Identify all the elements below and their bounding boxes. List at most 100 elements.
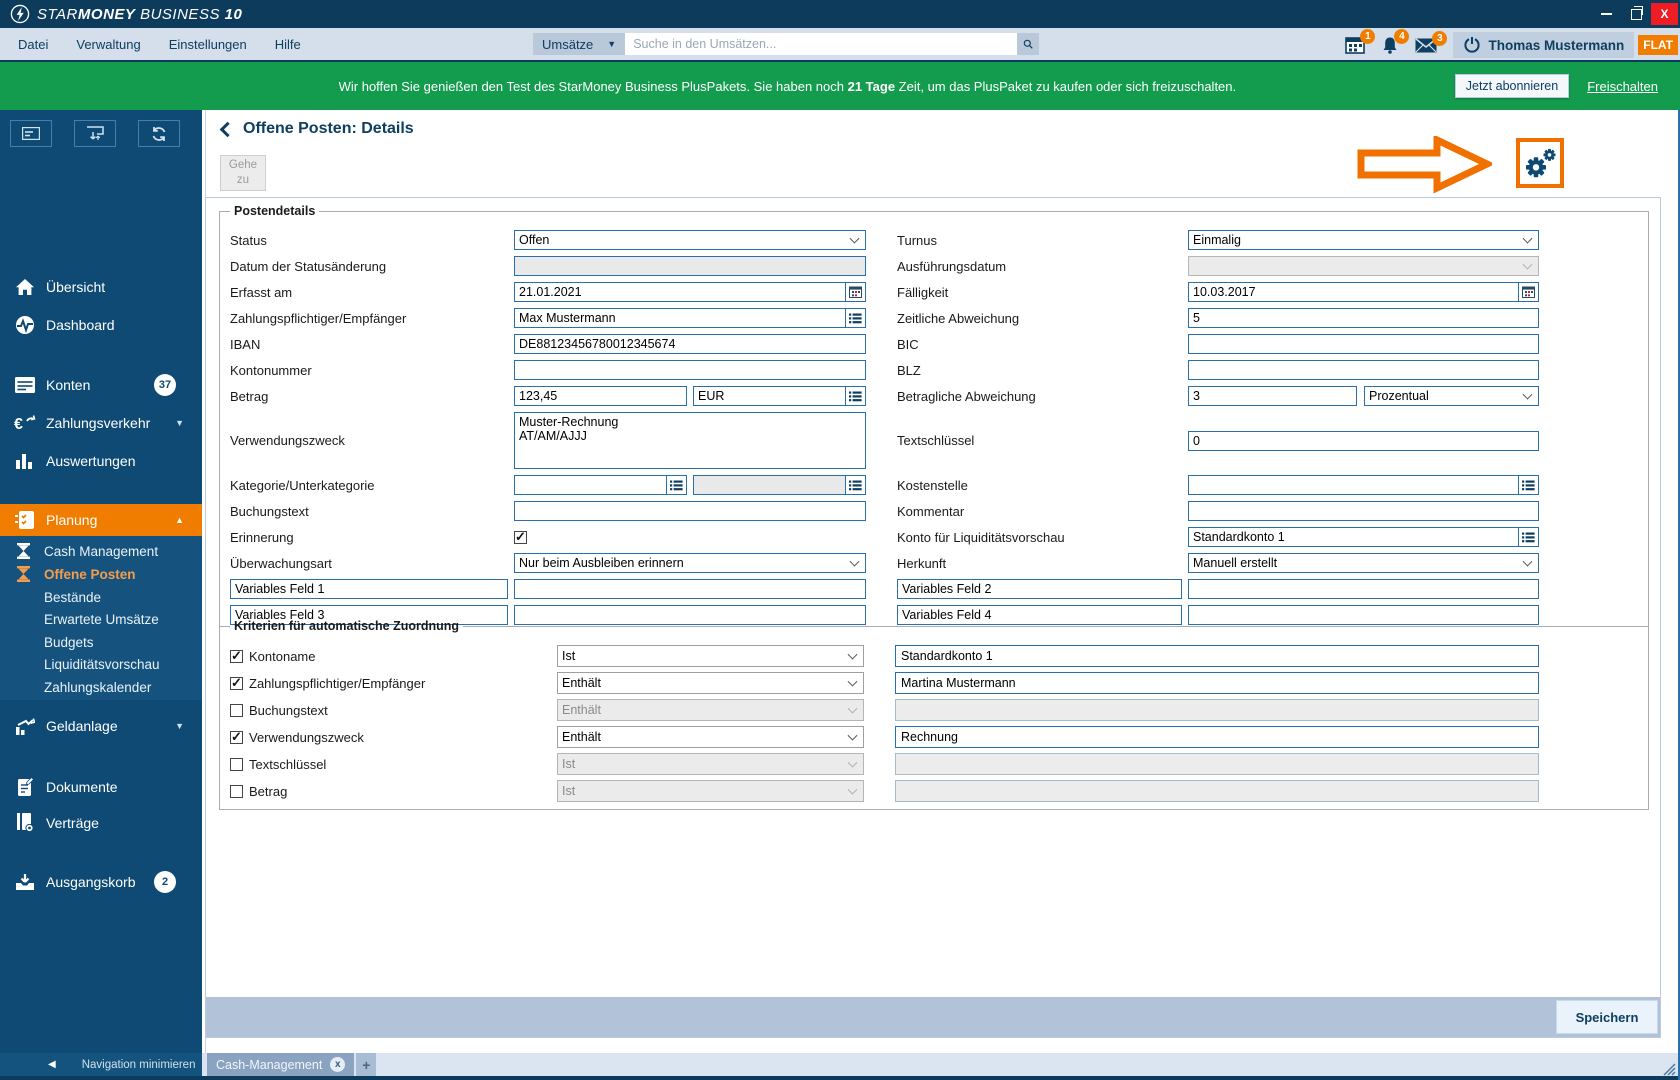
verwendungszweck-value-input[interactable] <box>895 726 1539 748</box>
sidebar-item-ausgangskorb[interactable]: Ausgangskorb 2 <box>0 864 202 900</box>
minimize-navigation-button[interactable]: ◀ Navigation minimieren <box>0 1053 202 1076</box>
sidebar-item-vertraege[interactable]: Verträge <box>0 805 202 841</box>
kontoname-checkbox[interactable] <box>230 648 243 664</box>
form-row: IBAN BIC <box>230 334 1638 354</box>
betrag-input[interactable] <box>514 386 687 406</box>
payment-calendar-button[interactable]: 1 <box>1345 29 1376 54</box>
kommentar-input[interactable] <box>1188 501 1539 521</box>
zahlungspflichtiger-list-button[interactable] <box>845 308 866 328</box>
betragliche-abweichung-input[interactable] <box>1188 386 1357 406</box>
gear-icon <box>1526 148 1556 178</box>
settings-gear-button[interactable] <box>1516 138 1564 188</box>
resize-grip[interactable] <box>1660 1060 1676 1076</box>
kontonummer-input[interactable] <box>514 360 866 380</box>
verwendungszweck-kriterium-checkbox[interactable] <box>230 729 243 745</box>
starmoney-bolt-icon <box>10 4 30 24</box>
new-tab-button[interactable]: + <box>356 1053 377 1076</box>
sidebar-item-konten[interactable]: Konten 37 <box>0 367 202 403</box>
kostenstelle-input[interactable] <box>1188 475 1519 495</box>
zahlungspflichtiger-value-input[interactable] <box>895 672 1539 694</box>
menu-bar: Datei Verwaltung Einstellungen Hilfe Ums… <box>0 28 1680 62</box>
variables-feld-2-name-input[interactable] <box>897 579 1182 599</box>
menu-datei[interactable]: Datei <box>0 37 62 52</box>
turnus-select[interactable]: Einmalig <box>1188 230 1539 250</box>
svg-text:€: € <box>14 416 23 432</box>
sidebar-item-uebersicht[interactable]: Übersicht <box>0 269 202 305</box>
status-select[interactable]: Offen <box>514 230 866 250</box>
account-card-button[interactable] <box>10 120 52 147</box>
search-button[interactable] <box>1017 33 1040 55</box>
kontoname-value-input[interactable] <box>895 645 1539 667</box>
menu-hilfe[interactable]: Hilfe <box>261 37 315 52</box>
verwendungszweck-textarea[interactable]: Muster-Rechnung AT/AM/AJJJ <box>514 412 866 469</box>
chevron-down-icon <box>847 649 858 660</box>
unlock-link[interactable]: Freischalten <box>1587 79 1658 94</box>
buchungstext-kriterium-checkbox[interactable] <box>230 703 243 717</box>
tab-cash-management[interactable]: Cash-Management x <box>207 1053 355 1076</box>
sidebar-item-cash-management[interactable]: Cash Management <box>0 540 202 562</box>
user-menu[interactable]: Thomas Mustermann <box>1453 32 1635 58</box>
goto-button[interactable]: Gehe zu <box>220 155 266 191</box>
search-input[interactable] <box>625 33 1018 55</box>
sidebar-toolbar <box>0 120 202 147</box>
variables-feld-1-value-input[interactable] <box>514 579 866 599</box>
konto-liquiditaetsvorschau-list-button[interactable] <box>1518 527 1539 547</box>
zeitliche-abweichung-input[interactable] <box>1188 308 1539 328</box>
ueberwachungsart-select[interactable]: Nur beim Ausbleiben erinnern <box>514 553 866 573</box>
ausfuehrungsdatum-select <box>1188 256 1539 276</box>
textschluessel-input[interactable] <box>1188 430 1539 451</box>
textschluessel-kriterium-checkbox[interactable] <box>230 757 243 771</box>
menu-einstellungen[interactable]: Einstellungen <box>155 37 261 52</box>
kategorie-input[interactable] <box>514 475 667 495</box>
chevron-down-icon: ▼ <box>607 39 617 49</box>
herkunft-select[interactable]: Manuell erstellt <box>1188 553 1539 573</box>
verwendungszweck-operator-select[interactable]: Enthält <box>557 726 864 748</box>
kostenstelle-list-button[interactable] <box>1518 475 1539 495</box>
zahlungspflichtiger-kriterium-checkbox[interactable] <box>230 675 243 691</box>
transfer-button[interactable] <box>74 120 116 147</box>
form-row: Zahlungspflichtiger/Empfänger Zeitliche … <box>230 308 1638 328</box>
buchungstext-input[interactable] <box>514 501 866 521</box>
variables-feld-2-value-input[interactable] <box>1188 579 1539 599</box>
back-icon[interactable] <box>219 121 236 137</box>
erinnerung-checkbox[interactable] <box>514 529 527 545</box>
search-scope-select[interactable]: Umsätze ▼ <box>533 33 626 55</box>
waehrung-input[interactable] <box>693 386 846 406</box>
sidebar-item-dashboard[interactable]: Dashboard <box>0 307 202 343</box>
faelligkeit-calendar-button[interactable] <box>1518 282 1539 302</box>
menu-verwaltung[interactable]: Verwaltung <box>62 37 154 52</box>
messages-button[interactable]: 3 <box>1415 30 1448 53</box>
kategorie-list-button[interactable] <box>666 475 687 495</box>
sidebar-item-zahlungsverkehr[interactable]: € Zahlungsverkehr ▼ <box>0 405 202 441</box>
transfer-icon <box>87 126 104 140</box>
subscribe-button[interactable]: Jetzt abonnieren <box>1454 74 1570 98</box>
kontoname-operator-select[interactable]: Ist <box>557 645 864 667</box>
waehrung-list-button[interactable] <box>845 386 866 406</box>
form-row: Buchungstext Kommentar <box>230 501 1638 521</box>
erfasst-am-input[interactable] <box>514 282 846 302</box>
notifications-button[interactable]: 4 <box>1381 28 1410 55</box>
save-button[interactable]: Speichern <box>1556 1000 1658 1034</box>
restore-button[interactable] <box>1621 2 1651 26</box>
erfasst-am-calendar-button[interactable] <box>845 282 866 302</box>
sidebar-item-dokumente[interactable]: Dokumente <box>0 769 202 805</box>
faelligkeit-input[interactable] <box>1188 282 1519 302</box>
close-button[interactable]: X <box>1651 3 1678 25</box>
konto-liquiditaetsvorschau-input[interactable] <box>1188 527 1519 547</box>
minimize-button[interactable] <box>1591 2 1621 26</box>
betrag-kriterium-checkbox[interactable] <box>230 784 243 798</box>
iban-input[interactable] <box>514 334 866 354</box>
variables-feld-1-name-input[interactable] <box>230 579 508 599</box>
unterkategorie-list-button[interactable] <box>845 475 866 495</box>
blz-input[interactable] <box>1188 360 1539 380</box>
sidebar-item-geldanlage[interactable]: Geldanlage ▼ <box>0 708 202 744</box>
zahlungspflichtiger-operator-select[interactable]: Enthält <box>557 672 864 694</box>
bic-input[interactable] <box>1188 334 1539 354</box>
abweichung-modus-select[interactable]: Prozentual <box>1364 386 1539 406</box>
zahlungspflichtiger-input[interactable] <box>514 308 846 328</box>
sidebar-item-auswertungen[interactable]: Auswertungen <box>0 443 202 479</box>
sidebar-item-planung[interactable]: Planung ▲ <box>0 504 202 536</box>
refresh-button[interactable] <box>138 120 180 147</box>
tab-close-icon[interactable]: x <box>330 1057 346 1072</box>
sidebar-item-offene-posten[interactable]: Offene Posten <box>0 563 202 585</box>
